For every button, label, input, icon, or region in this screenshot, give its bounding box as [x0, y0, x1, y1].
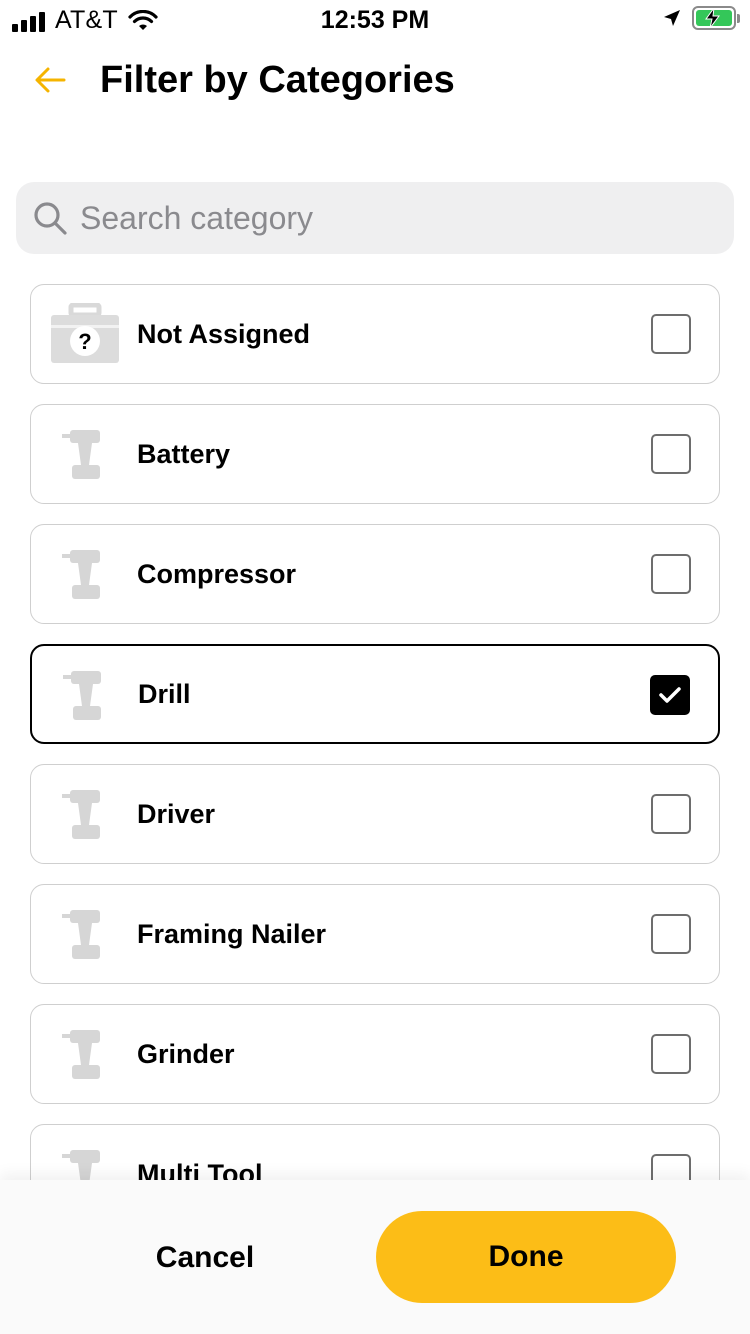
category-label: Battery	[137, 438, 231, 469]
drill-icon	[49, 897, 121, 971]
done-button[interactable]: Done	[376, 1211, 676, 1303]
status-bar: AT&T 12:53 PM	[0, 0, 750, 40]
category-item-multi-tool[interactable]: Multi Tool	[30, 1124, 720, 1180]
status-time: 12:53 PM	[320, 6, 430, 34]
drill-icon	[50, 658, 122, 732]
category-checkbox[interactable]	[651, 1034, 691, 1074]
category-label: Grinder	[137, 1038, 235, 1069]
battery-charging-icon	[692, 6, 740, 30]
category-list: ? Not Assigned Battery Compressor Drill …	[30, 284, 720, 1180]
cancel-button[interactable]: Cancel	[80, 1212, 330, 1304]
category-checkbox[interactable]	[651, 914, 691, 954]
drill-icon	[49, 537, 121, 611]
category-item-battery[interactable]: Battery	[30, 404, 720, 504]
status-right	[662, 6, 740, 30]
drill-icon	[49, 417, 121, 491]
category-checkbox-checked[interactable]	[650, 675, 690, 715]
search-input[interactable]	[80, 199, 680, 237]
search-bar[interactable]	[16, 182, 734, 254]
drill-icon	[49, 1137, 121, 1180]
unknown-toolbox-icon: ?	[49, 297, 121, 371]
category-checkbox[interactable]	[651, 1154, 691, 1180]
category-label: Multi Tool	[137, 1158, 263, 1181]
category-item-grinder[interactable]: Grinder	[30, 1004, 720, 1104]
drill-icon	[49, 777, 121, 851]
back-arrow-icon	[35, 67, 66, 93]
category-label: Driver	[137, 798, 216, 829]
category-label: Not Assigned	[137, 318, 311, 349]
bottom-action-bar: Cancel Done	[0, 1180, 750, 1334]
category-checkbox[interactable]	[651, 554, 691, 594]
category-checkbox[interactable]	[651, 314, 691, 354]
category-item-compressor[interactable]: Compressor	[30, 524, 720, 624]
category-item-framing-nailer[interactable]: Framing Nailer	[30, 884, 720, 984]
location-arrow-icon	[664, 10, 680, 26]
category-label: Compressor	[137, 558, 297, 589]
back-button[interactable]	[28, 58, 72, 102]
category-checkbox[interactable]	[651, 794, 691, 834]
page-title: Filter by Categories	[100, 59, 455, 101]
category-label: Drill	[138, 678, 191, 709]
drill-icon	[49, 1017, 121, 1091]
category-item-not-assigned[interactable]: ? Not Assigned	[30, 284, 720, 384]
checkmark-icon	[659, 687, 681, 703]
header: Filter by Categories	[0, 50, 750, 110]
category-item-drill[interactable]: Drill	[30, 644, 720, 744]
category-checkbox[interactable]	[651, 434, 691, 474]
search-icon	[34, 202, 67, 235]
svg-text:?: ?	[78, 329, 91, 354]
category-item-driver[interactable]: Driver	[30, 764, 720, 864]
category-label: Framing Nailer	[137, 918, 327, 949]
